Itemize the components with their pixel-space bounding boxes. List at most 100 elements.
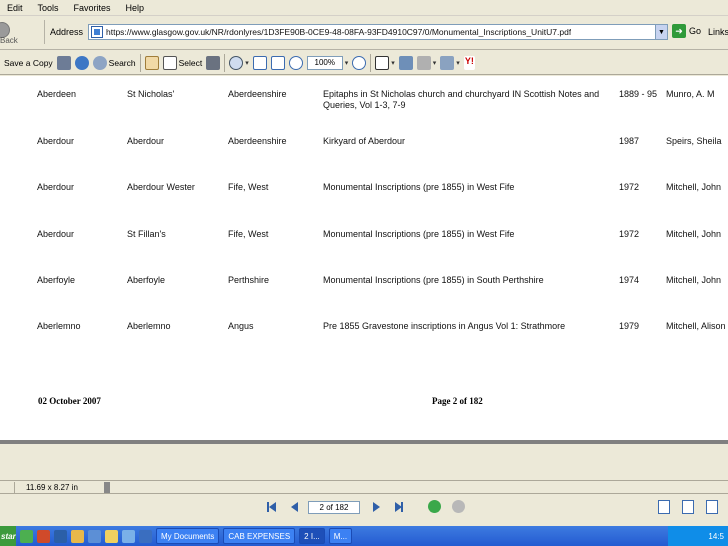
cell-county: Fife, West [228, 229, 269, 239]
address-toolbar: Back Address https://www.glasgow.gov.uk/… [0, 16, 728, 50]
page-size-bar: 11.69 x 8.27 in [0, 480, 728, 494]
quick-launch-icon[interactable] [122, 529, 135, 543]
start-label: start [1, 531, 16, 541]
go-arrow-icon: ➜ [672, 24, 686, 38]
zoom-tool-button[interactable]: ▾ [229, 53, 249, 73]
cell-parish: Aberdour [127, 136, 165, 146]
address-dropdown-icon[interactable]: ▼ [655, 25, 667, 39]
quick-launch-icon[interactable] [139, 529, 152, 543]
cell-title: Pre 1855 Gravestone inscriptions in Angu… [323, 321, 566, 331]
cell-place: Aberdeen [37, 89, 77, 99]
sign-button[interactable] [398, 53, 413, 73]
cell-author: Mitchell, John [666, 229, 722, 239]
address-url[interactable]: https://www.glasgow.gov.uk/NR/rdonlyres/… [106, 27, 571, 37]
table-row: Aberdeen St Nicholas' Aberdeenshire Epit… [0, 89, 728, 115]
fit-page-button[interactable] [252, 53, 267, 73]
save-copy-label: Save a Copy [4, 57, 53, 68]
page-number-input[interactable]: 2 of 182 [308, 501, 360, 514]
last-page-button[interactable] [392, 501, 404, 513]
print-button[interactable] [56, 53, 71, 73]
quick-launch-icon[interactable] [20, 529, 33, 543]
page-navigation-bar: 2 of 182 [0, 494, 728, 520]
search-button[interactable]: Search [92, 53, 136, 73]
cell-county: Aberdeenshire [228, 89, 287, 99]
facing-layout-icon[interactable] [706, 500, 718, 514]
continuous-layout-icon[interactable] [682, 500, 694, 514]
hand-tool-button[interactable] [144, 53, 159, 73]
cell-place: Aberdour [37, 229, 75, 239]
next-page-button[interactable] [370, 501, 382, 513]
links-button[interactable]: Links [708, 27, 728, 37]
chevron-down-icon[interactable]: ▾ [345, 59, 349, 67]
footer-date: 02 October 2007 [38, 396, 101, 406]
cell-parish: St Nicholas' [127, 89, 175, 99]
previous-page-button[interactable] [288, 501, 300, 513]
tools-button[interactable]: ▾ [440, 53, 460, 73]
magnifier-icon [229, 55, 244, 70]
quick-launch-icon[interactable] [105, 529, 118, 543]
cell-county: Perthshire [228, 275, 270, 285]
clock: 14:5 [708, 531, 724, 541]
menu-help[interactable]: Help [119, 3, 153, 13]
cell-place: Aberdour [37, 136, 75, 146]
save-copy-button[interactable]: Save a Copy [4, 53, 53, 73]
fit-width-button[interactable] [270, 53, 285, 73]
chevron-down-icon: ▾ [432, 59, 437, 67]
pdf-toolbar: Save a Copy Search Select ▾ 100% ▾ ▾ ▾ ▾… [0, 51, 728, 75]
snapshot-button[interactable] [206, 53, 221, 73]
horizontal-scroll-thumb[interactable] [104, 482, 110, 493]
menu-edit[interactable]: Edit [0, 3, 31, 13]
sign-icon [398, 55, 413, 70]
go-back-view-button[interactable] [428, 500, 441, 513]
start-button[interactable]: start [0, 526, 16, 546]
table-row: Aberdour Aberdour Aberdeenshire Kirkyard… [0, 136, 728, 162]
cell-place: Aberlemno [37, 321, 81, 331]
taskbar-item-my-documents[interactable]: My Documents [156, 528, 220, 544]
email-button[interactable] [74, 53, 89, 73]
menu-favorites[interactable]: Favorites [67, 3, 119, 13]
chevron-down-icon: ▾ [245, 59, 249, 67]
cell-parish: Aberfoyle [127, 275, 166, 285]
cell-author: Mitchell, John [666, 275, 722, 285]
go-button[interactable]: ➜ Go [672, 24, 701, 38]
single-page-layout-icon[interactable] [658, 500, 670, 514]
zoom-level-field[interactable]: 100% ▾ [306, 53, 349, 73]
select-label: Select [178, 57, 203, 68]
cell-place: Aberdour [37, 182, 75, 192]
taskbar-item-cab-expenses[interactable]: CAB EXPENSES [223, 528, 296, 544]
first-page-button[interactable] [266, 501, 278, 513]
yahoo-button[interactable]: Y! [463, 53, 475, 73]
text-select-icon [162, 55, 177, 70]
cell-title: Monumental Inscriptions (pre 1855) in We… [323, 229, 515, 239]
fit-page-icon [252, 55, 267, 70]
cell-county: Aberdeenshire [228, 136, 287, 146]
zoom-out-icon [288, 55, 303, 70]
quick-launch-icon[interactable] [54, 529, 67, 543]
quick-launch-icon[interactable] [37, 529, 50, 543]
page-size: 11.69 x 8.27 in [26, 483, 78, 492]
pdf-document-view[interactable]: Aberdeen St Nicholas' Aberdeenshire Epit… [0, 76, 728, 444]
page-layout-button[interactable]: ▾ [375, 53, 395, 73]
menu-tools[interactable]: Tools [31, 3, 67, 13]
taskbar-item-office[interactable]: M... [328, 528, 353, 544]
zoom-level-value[interactable]: 100% [306, 55, 343, 70]
quick-launch-icon[interactable] [71, 529, 84, 543]
zoom-in-button[interactable] [352, 53, 367, 73]
review-button[interactable]: ▾ [416, 53, 437, 73]
cell-parish: Aberlemno [127, 321, 171, 331]
select-tool-button[interactable]: Select [162, 53, 203, 73]
cell-author: Mitchell, Alison [666, 321, 726, 331]
taskbar-item-browser[interactable]: 2 I... [299, 528, 325, 544]
taskbar-item-label: M... [333, 531, 348, 541]
quick-launch-icon[interactable] [88, 529, 101, 543]
yahoo-icon: Y! [463, 55, 475, 70]
go-forward-view-button[interactable] [452, 500, 465, 513]
zoom-out-button[interactable] [288, 53, 303, 73]
cell-year: 1974 [619, 275, 640, 285]
address-input[interactable]: https://www.glasgow.gov.uk/NR/rdonlyres/… [88, 24, 668, 40]
windows-taskbar: start My Documents CAB EXPENSES 2 I... M… [0, 526, 728, 546]
cell-title: Monumental Inscriptions (pre 1855) in So… [323, 275, 544, 285]
cell-year: 1979 [619, 321, 640, 331]
status-divider [14, 482, 15, 493]
cell-author: Munro, A. M [666, 89, 715, 99]
